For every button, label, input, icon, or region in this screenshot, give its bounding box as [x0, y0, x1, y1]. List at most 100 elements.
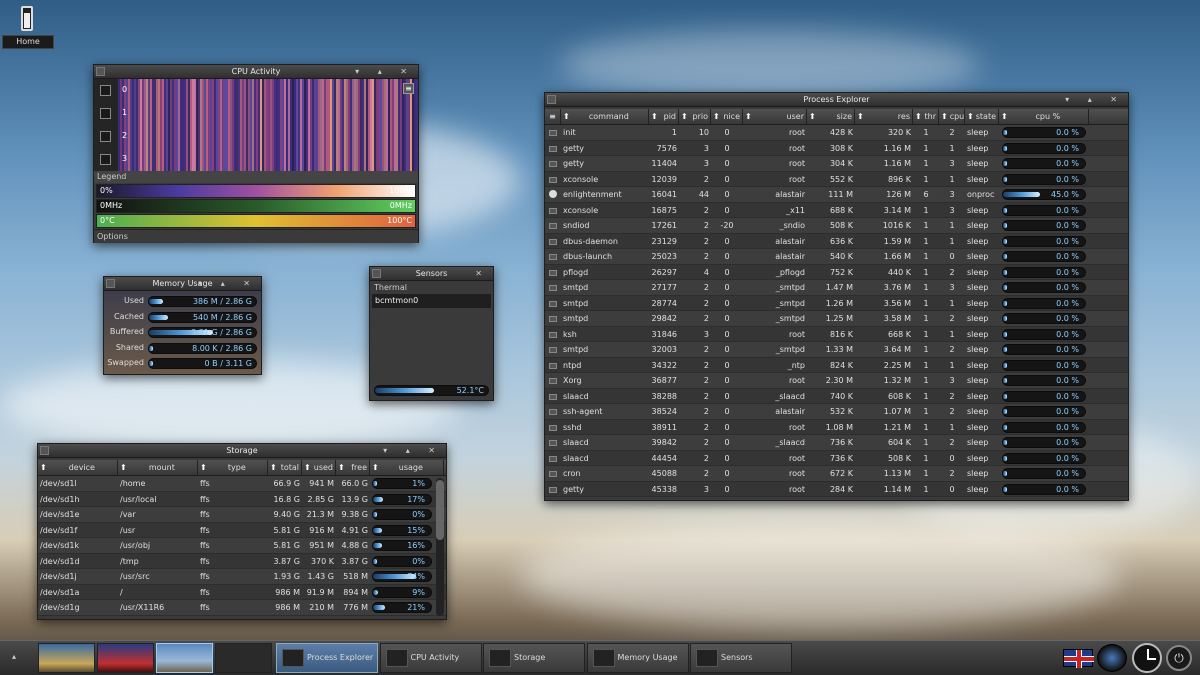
window-controls[interactable]: ▾ ▴ ✕ — [355, 65, 415, 79]
cpu-titlebar[interactable]: CPU Activity ▾ ▴ ✕ — [94, 65, 418, 79]
bar-value: 0.0 % — [1056, 407, 1079, 416]
table-row[interactable]: /dev/sd1e/var ffs 9.40 G 21.3 M 9.38 G 0% — [38, 507, 446, 523]
table-row[interactable]: /dev/sd1d/tmp ffs 3.87 G 370 K 3.87 G 0% — [38, 553, 446, 569]
column-header-size[interactable]: ⬆ size — [807, 109, 855, 124]
storage-window[interactable]: Storage ▾ ▴ ✕ ⬆ device ⬆ mount ⬆ type ⬆ total ⬆ us… — [37, 443, 447, 620]
core-checkbox[interactable] — [100, 131, 111, 142]
sort-arrow-icon: ⬆ — [200, 463, 207, 472]
core-checkbox[interactable] — [100, 154, 111, 165]
cell-res: 896 K — [887, 174, 911, 184]
columns-menu-icon[interactable]: ≡ — [545, 109, 561, 124]
sensor-item[interactable]: bcmtmon0 — [372, 294, 491, 308]
process-row[interactable]: xconsole 12039 2 0 root 552 K 896 K 1 1 sleep 0.0 … — [545, 171, 1128, 187]
table-row[interactable]: /dev/sd1j/usr/src ffs 1.93 G 1.43 G 518 M 74% — [38, 569, 446, 585]
storage-scrollbar[interactable] — [436, 478, 444, 616]
process-row[interactable]: sshd 38911 2 0 root 1.08 M 1.21 M 1 1 sleep 0.0 % — [545, 419, 1128, 435]
pager-desktop-2[interactable] — [97, 643, 154, 673]
column-header-free[interactable]: ⬆ free — [336, 460, 370, 475]
uk-flag-icon[interactable] — [1063, 649, 1094, 668]
memory-usage-window[interactable]: Memory Usage ▾ ▴ ✕ Used 386 M / 2.86 G Cach… — [103, 276, 262, 375]
task-storage[interactable]: Storage — [483, 643, 585, 673]
column-header-pid[interactable]: ⬆ pid — [649, 109, 679, 124]
table-row[interactable]: /dev/sd1k/usr/obj ffs 5.81 G 951 M 4.88 G 16% — [38, 538, 446, 554]
column-header-cpu[interactable]: ⬆ cpu — [939, 109, 965, 124]
process-row[interactable]: smtpd 29842 2 0 _smtpd 1.25 M 3.58 M 1 2 sleep 0.0… — [545, 311, 1128, 327]
table-row[interactable]: /dev/sd1a / ffs 986 M 91.9 M 894 M 9% — [38, 584, 446, 600]
table-row[interactable]: /dev/sd1l/home ffs 66.9 G 941 M 66.0 G 1% — [38, 476, 446, 492]
process-row[interactable]: getty 11404 3 0 root 304 K 1.16 M 1 3 sleep 0.0 % — [545, 156, 1128, 172]
process-row[interactable]: slaacd 38288 2 0 _slaacd 740 K 608 K 1 2 sleep 0.0… — [545, 388, 1128, 404]
column-header-usage[interactable]: ⬆ usage — [370, 460, 444, 475]
cell-state: onproc — [967, 190, 995, 199]
column-header-cpu[interactable]: ⬆ cpu % — [999, 109, 1089, 124]
process-row[interactable]: xconsole 16875 2 0 _x11 688 K 3.14 M 1 3 sleep 0.0… — [545, 202, 1128, 218]
column-header-thr[interactable]: ⬆ thr — [913, 109, 939, 124]
column-header-prio[interactable]: ⬆ prio — [679, 109, 711, 124]
column-header-res[interactable]: ⬆ res — [855, 109, 913, 124]
task-sensors[interactable]: Sensors — [690, 643, 792, 673]
column-header-total[interactable]: ⬆ total — [268, 460, 302, 475]
home-launcher[interactable]: Home — [0, 2, 56, 50]
process-row[interactable]: getty 7576 3 0 root 308 K 1.16 M 1 1 sleep 0.0 % — [545, 140, 1128, 156]
core-checkbox[interactable] — [100, 85, 111, 96]
column-header-state[interactable]: ⬆ state — [965, 109, 999, 124]
process-row[interactable]: getty 45338 3 0 root 284 K 1.14 M 1 0 sleep 0.0 % — [545, 481, 1128, 497]
cpu-core-0[interactable]: 0 — [94, 79, 127, 102]
window-controls[interactable]: ▾ ▴ ✕ — [198, 277, 258, 291]
pager-desktop-1[interactable] — [38, 643, 95, 673]
core-checkbox[interactable] — [100, 108, 111, 119]
window-controls[interactable]: ▾ ▴ ✕ — [1065, 93, 1125, 107]
mixer-icon[interactable] — [1097, 644, 1127, 672]
column-header-command[interactable]: ⬆ command — [561, 109, 649, 124]
options-label[interactable]: Options — [94, 229, 418, 243]
cpu-core-1[interactable]: 1 — [94, 102, 127, 125]
process-row[interactable]: smtpd 32003 2 0 _smtpd 1.33 M 3.64 M 1 2 sleep 0.0… — [545, 342, 1128, 358]
column-header-user[interactable]: ⬆ user — [743, 109, 807, 124]
cpu-activity-window[interactable]: CPU Activity ▾ ▴ ✕ 0 1 2 3 ≡ Legend 0% 100% 0M… — [93, 64, 419, 243]
process-row[interactable]: ksh 31846 3 0 root 816 K 668 K 1 1 sleep 0.0 % — [545, 326, 1128, 342]
process-row[interactable]: slaacd 39842 2 0 _slaacd 736 K 604 K 1 2 sleep 0.0… — [545, 435, 1128, 451]
cpu-core-3[interactable]: 3 — [94, 148, 127, 171]
power-icon[interactable]: ⏻ — [1166, 645, 1192, 671]
column-header-mount[interactable]: ⬆ mount — [118, 460, 198, 475]
header-label: nice — [723, 112, 740, 121]
cpu-core-2[interactable]: 2 — [94, 125, 127, 148]
task-memory-usage[interactable]: Memory Usage — [586, 643, 689, 673]
column-header-device[interactable]: ⬆ device — [38, 460, 118, 475]
process-row[interactable]: enlightenment 16041 44 0 alastair 111 M 126 M 6… — [545, 187, 1128, 203]
process-row[interactable]: cron 45088 2 0 root 672 K 1.13 M 1 2 sleep 0.0 % — [545, 466, 1128, 482]
shelf-menu-icon[interactable]: ▴ — [12, 652, 16, 661]
cell-state: sleep — [967, 422, 989, 432]
cell-nice: 0 — [724, 407, 730, 416]
column-header-used[interactable]: ⬆ used — [302, 460, 336, 475]
column-header-nice[interactable]: ⬆ nice — [711, 109, 743, 124]
process-row[interactable]: Xorg 36877 2 0 root 2.30 M 1.32 M 1 3 sleep 0.0 % — [545, 373, 1128, 389]
table-row[interactable]: /dev/sd1g/usr/X11R6 ffs 986 M 210 M 776 M 21% — [38, 600, 446, 616]
cell-command: slaacd — [563, 438, 589, 447]
process-row[interactable]: smtpd 27177 2 0 _smtpd 1.47 M 3.76 M 1 3 sleep 0.0… — [545, 280, 1128, 296]
process-row[interactable]: dbus-launch 25023 2 0 alastair 540 K 1.66 M 1 0 s… — [545, 249, 1128, 265]
table-row[interactable]: /dev/sd1f/usr ffs 5.81 G 916 M 4.91 G 15% — [38, 522, 446, 538]
clock-icon[interactable] — [1132, 643, 1162, 673]
process-row[interactable]: ssh-agent 38524 2 0 alastair 532 K 1.07 M 1 2 sle… — [545, 404, 1128, 420]
task-process-explorer[interactable]: Process Explorer — [276, 643, 378, 673]
cell-thr: 6 — [923, 190, 929, 199]
process-row[interactable]: sndiod 17261 2 -20 _sndio 508 K 1016 K 1 1 sleep 0… — [545, 218, 1128, 234]
task-cpu-activity[interactable]: CPU Activity — [379, 643, 482, 673]
terminal-icon — [545, 156, 561, 171]
window-controls[interactable]: ▾ ▴ ✕ — [383, 444, 443, 458]
process-row[interactable]: init 1 10 0 root 428 K 320 K 1 2 sleep 0.0 % — [545, 125, 1128, 141]
process-row[interactable]: smtpd 28774 2 0 _smtpd 1.26 M 3.56 M 1 1 sleep 0.0… — [545, 295, 1128, 311]
process-explorer-window[interactable]: Process Explorer ▾ ▴ ✕ ≡ ⬆ command ⬆ pid ⬆ prio… — [544, 92, 1129, 501]
menu-icon[interactable]: ≡ — [403, 83, 414, 94]
table-row[interactable]: /dev/sd1h/usr/local ffs 16.8 G 2.85 G 13.9 G… — [38, 491, 446, 507]
process-row[interactable]: slaacd 44454 2 0 root 736 K 508 K 1 0 sleep 0.0 % — [545, 450, 1128, 466]
pager-desktop-3[interactable] — [156, 643, 213, 673]
process-row[interactable]: ntpd 34322 2 0 _ntp 824 K 2.25 M 1 1 sleep 0.0 % — [545, 357, 1128, 373]
pager-desktop-4[interactable] — [215, 643, 272, 673]
process-row[interactable]: dbus-daemon 23129 2 0 alastair 636 K 1.59 M 1 1 s… — [545, 233, 1128, 249]
process-row[interactable]: pflogd 26297 4 0 _pflogd 752 K 440 K 1 2 sleep 0.0… — [545, 264, 1128, 280]
window-controls[interactable]: ✕ — [475, 267, 490, 281]
sensors-window[interactable]: Sensors ✕ Thermal bcmtmon0 52.1°C — [369, 266, 494, 401]
column-header-type[interactable]: ⬆ type — [198, 460, 268, 475]
